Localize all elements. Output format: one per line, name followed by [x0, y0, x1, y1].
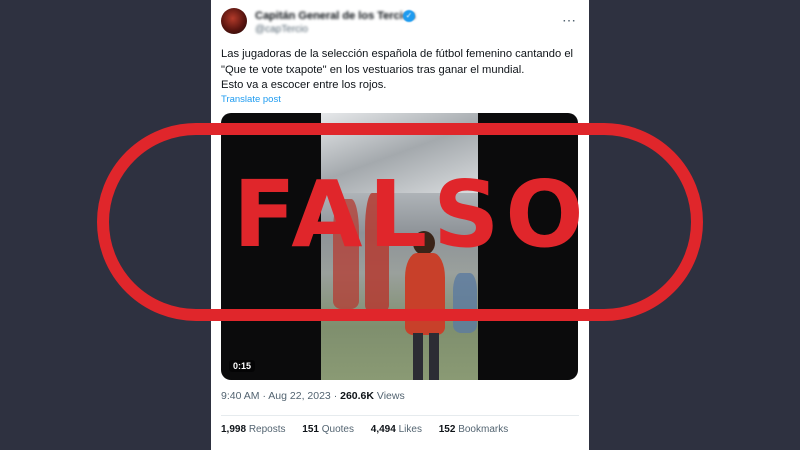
stat-count: 152	[438, 424, 456, 435]
stat-label: Likes	[398, 424, 422, 435]
tweet-time[interactable]: 9:40 AM	[221, 390, 260, 402]
stat-label: Bookmarks	[458, 424, 509, 435]
author-handle[interactable]: @capTercio	[255, 24, 308, 35]
tweet-text-line: Esto va a escocer entre los rojos.	[221, 79, 387, 91]
stat-count: 4,494	[370, 424, 396, 435]
video-person-leg	[429, 333, 439, 380]
tweet-meta: 9:40 AM · Aug 22, 2023 · 260.6K Views	[221, 390, 405, 402]
views-label: Views	[376, 390, 405, 402]
stat-count: 151	[302, 424, 319, 435]
video-timestamp: 0:15	[229, 360, 256, 372]
tweet-text-line: "Que te vote txapote" en los vestuarios …	[221, 63, 525, 76]
avatar[interactable]	[221, 8, 247, 34]
tweet-text: Las jugadoras de la selección española d…	[221, 47, 583, 94]
views-count: 260.6K	[340, 390, 374, 402]
author-name[interactable]: Capitán General de los Tercios	[255, 10, 416, 22]
stat-bookmarks[interactable]: 152 Bookmarks	[439, 424, 508, 435]
stat-label: Reposts	[248, 424, 286, 435]
tweet-text-line: Las jugadoras de la selección española d…	[221, 48, 574, 60]
more-dots-icon[interactable]: ⋯	[562, 12, 577, 29]
video-person-leg	[413, 333, 423, 380]
stat-count: 1,998	[221, 424, 247, 435]
tweet-date[interactable]: Aug 22, 2023	[268, 390, 330, 402]
verified-badge-icon: ✓	[403, 10, 415, 22]
stat-quotes[interactable]: 151 Quotes	[302, 424, 354, 435]
translate-post-link[interactable]: Translate post	[221, 94, 281, 105]
stat-likes[interactable]: 4,494 Likes	[371, 424, 422, 435]
tweet-header: Capitán General de los Tercios ✓ @capTer…	[221, 8, 579, 40]
falso-stamp-text: FALSO	[233, 161, 590, 268]
tweet-stats: 1,998 Reposts 151 Quotes 4,494 Likes 152…	[221, 424, 522, 435]
divider	[221, 415, 579, 416]
stat-reposts[interactable]: 1,998 Reposts	[221, 424, 286, 435]
stat-label: Quotes	[321, 424, 354, 435]
